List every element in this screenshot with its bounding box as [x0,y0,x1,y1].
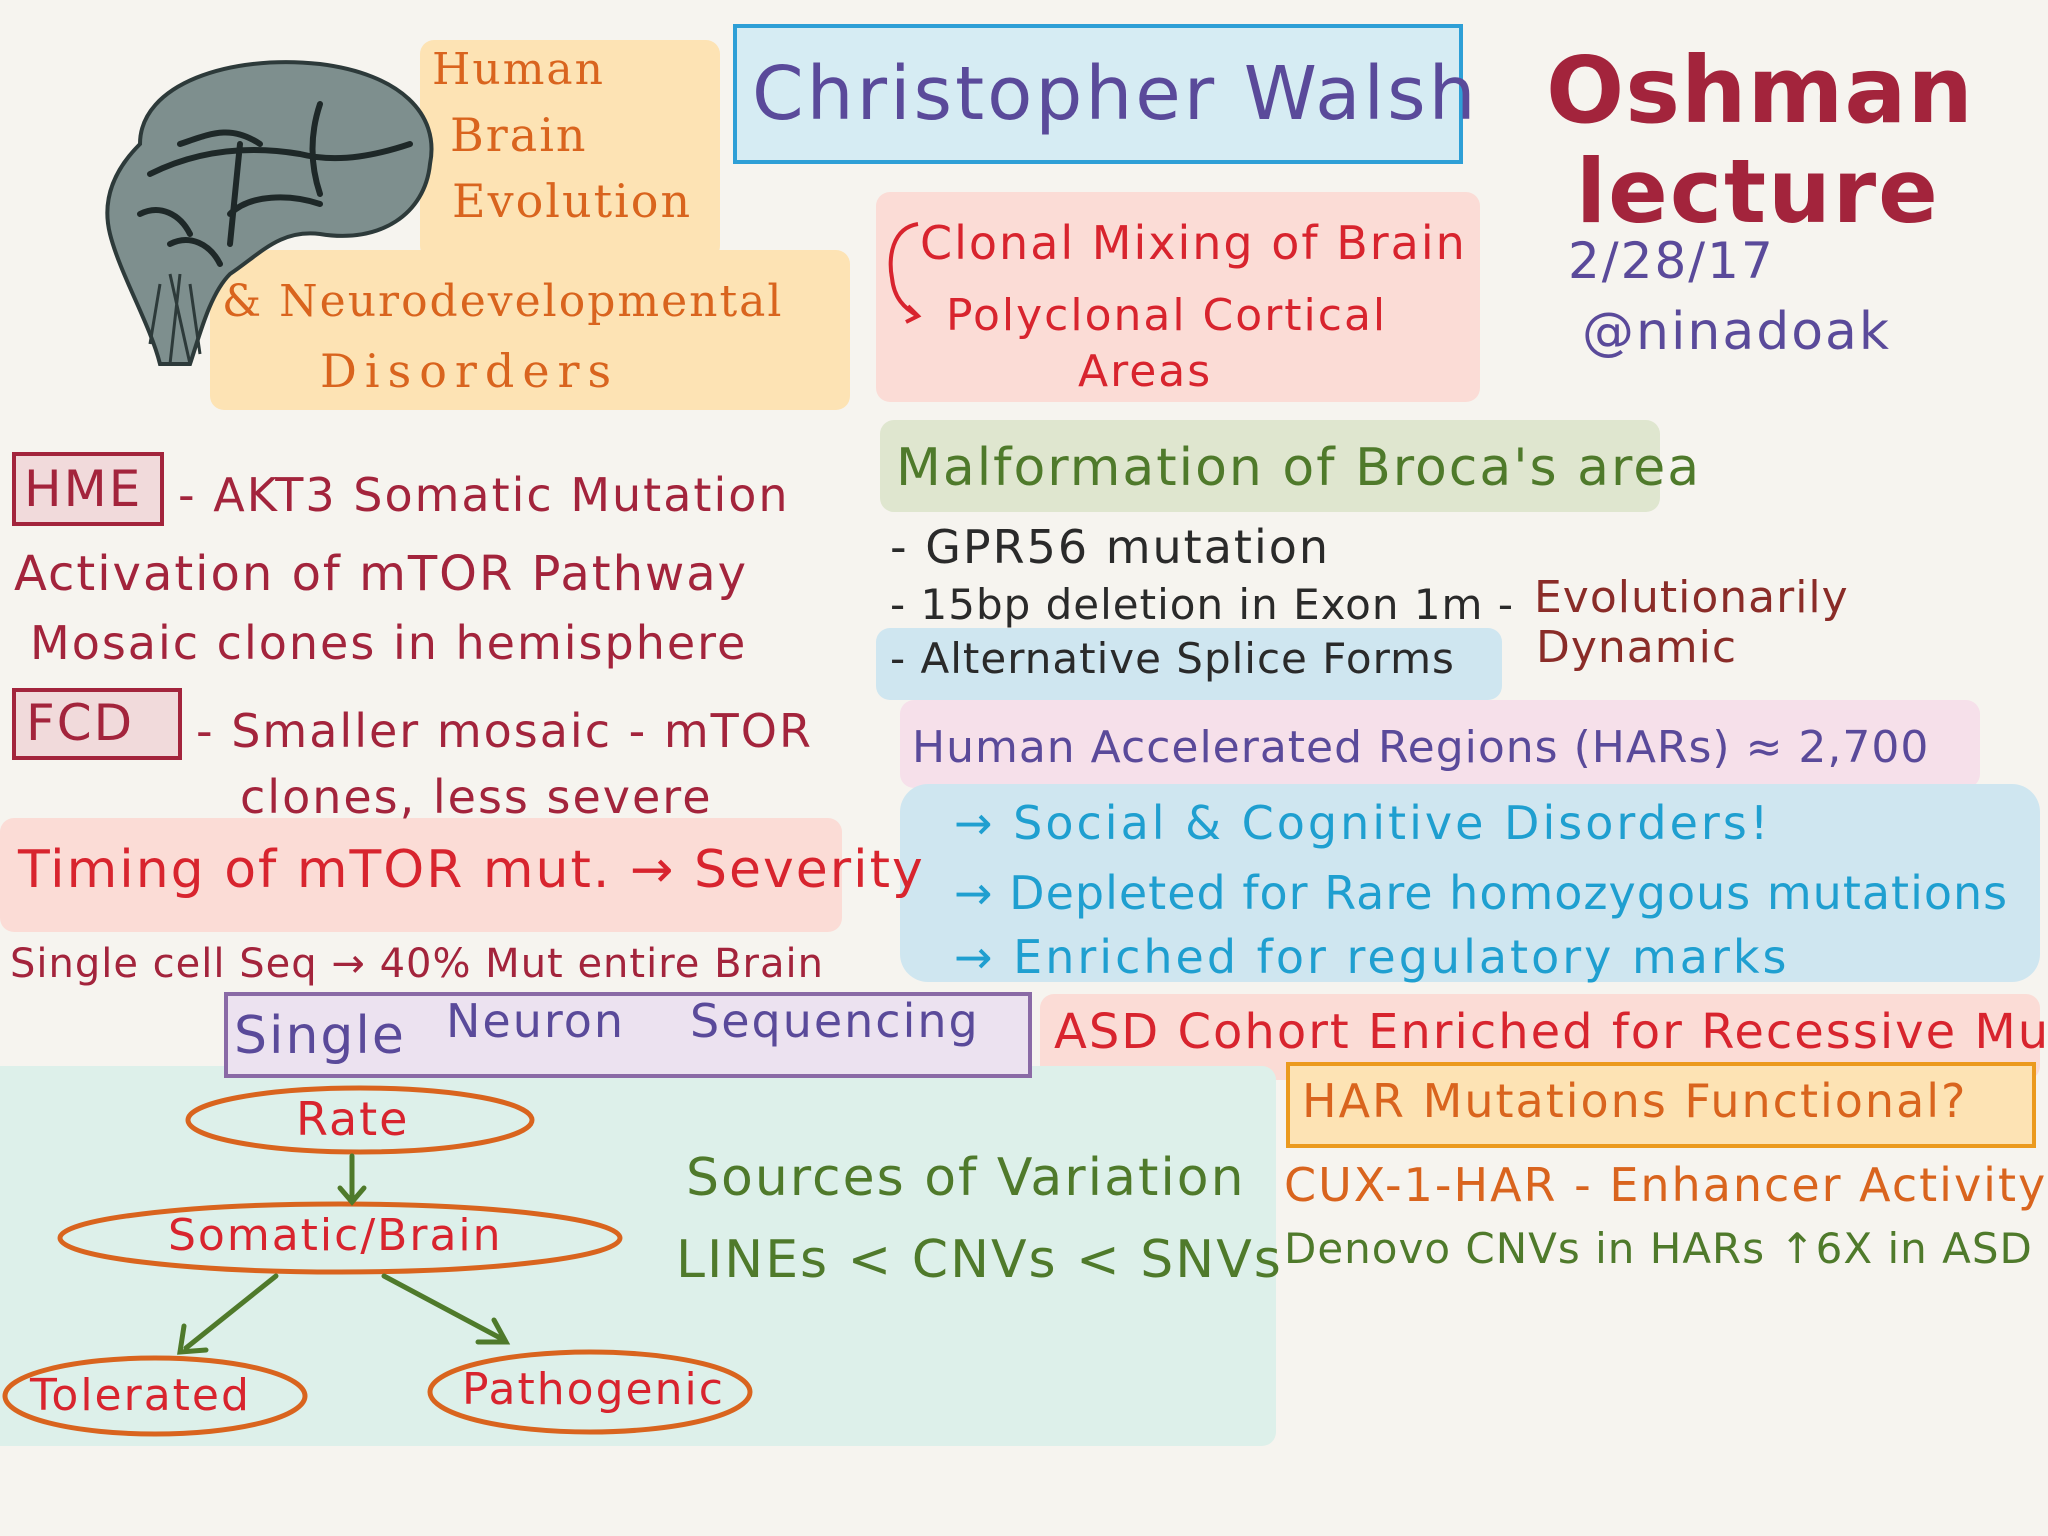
clonal-line-2: Polyclonal Cortical [946,290,1388,341]
broca-title: Malformation of Broca's area [896,438,1702,498]
sequencing-title-1: Single [234,1006,406,1066]
hars-item-2: → Depleted for Rare homozygous mutations [954,866,2009,920]
sequencing-title-2: Neuron [446,994,626,1048]
broca-item-3: - Alternative Splice Forms [890,634,1455,683]
fcd-label: FCD [26,694,135,752]
hars-item-3: → Enriched for regulatory marks [954,930,1790,984]
node-somatic: Somatic/Brain [168,1210,503,1261]
broca-item-2: - 15bp deletion in Exon 1m - [890,580,1514,629]
hme-line-2: Activation of mTOR Pathway [14,546,749,602]
hars-item-1: → Social & Cognitive Disorders! [954,796,1772,850]
topic-line-3: Evolution [452,174,693,228]
node-pathogenic: Pathogenic [462,1364,725,1415]
lecture-title-line-2: lecture [1576,140,1940,243]
broca-item-1: - GPR56 mutation [890,520,1331,574]
clonal-bracket-icon [888,222,922,324]
arrow-rate-somatic [337,1153,367,1206]
lecture-title-line-1: Oshman [1546,37,1974,144]
denovo-text: Denovo CNVs in HARs ↑6X in ASD [1284,1224,2033,1273]
hme-line-3: Mosaic clones in hemisphere [30,616,748,670]
lecture-date: 2/28/17 [1568,232,1775,290]
sequencing-title-3: Sequencing [690,994,980,1048]
broca-side-note-2: Dynamic [1536,622,1738,673]
sources-line-1: Sources of Variation [686,1148,1246,1208]
clonal-line-3: Areas [1078,346,1213,397]
clonal-line-1: Clonal Mixing of Brain [920,216,1467,270]
topic-line-5: Disorders [320,344,620,398]
hars-title: Human Accelerated Regions (HARs) ≈ 2,700 [912,722,1930,773]
cux-text: CUX-1-HAR - Enhancer Activity [1284,1158,2048,1212]
single-cell-text: Single cell Seq → 40% Mut entire Brain [10,941,824,987]
speaker-name: Christopher Walsh [752,51,1479,137]
topic-line-4: & Neurodevelopmental [222,276,784,327]
node-rate: Rate [296,1092,410,1146]
har-functional-text: HAR Mutations Functional? [1302,1074,1968,1128]
topic-line-2: Brain [450,108,588,162]
author-handle: @ninadoak [1582,302,1892,362]
topic-line-1: Human [432,44,606,95]
arrow-somatic-pathogenic [381,1273,511,1345]
timing-text: Timing of mTOR mut. → Severity [18,840,925,900]
sources-line-2: LINEs < CNVs < SNVs [676,1230,1283,1290]
hme-text: - AKT3 Somatic Mutation [178,468,790,522]
arrow-somatic-tolerated [177,1273,279,1355]
broca-side-note-1: Evolutionarily [1534,572,1849,623]
hme-label: HME [24,460,143,518]
node-tolerated: Tolerated [30,1370,251,1421]
fcd-line-2: clones, less severe [240,770,713,824]
fcd-text: - Smaller mosaic - mTOR [196,704,813,758]
asd-text: ASD Cohort Enriched for Recessive Mut [1054,1004,2048,1060]
